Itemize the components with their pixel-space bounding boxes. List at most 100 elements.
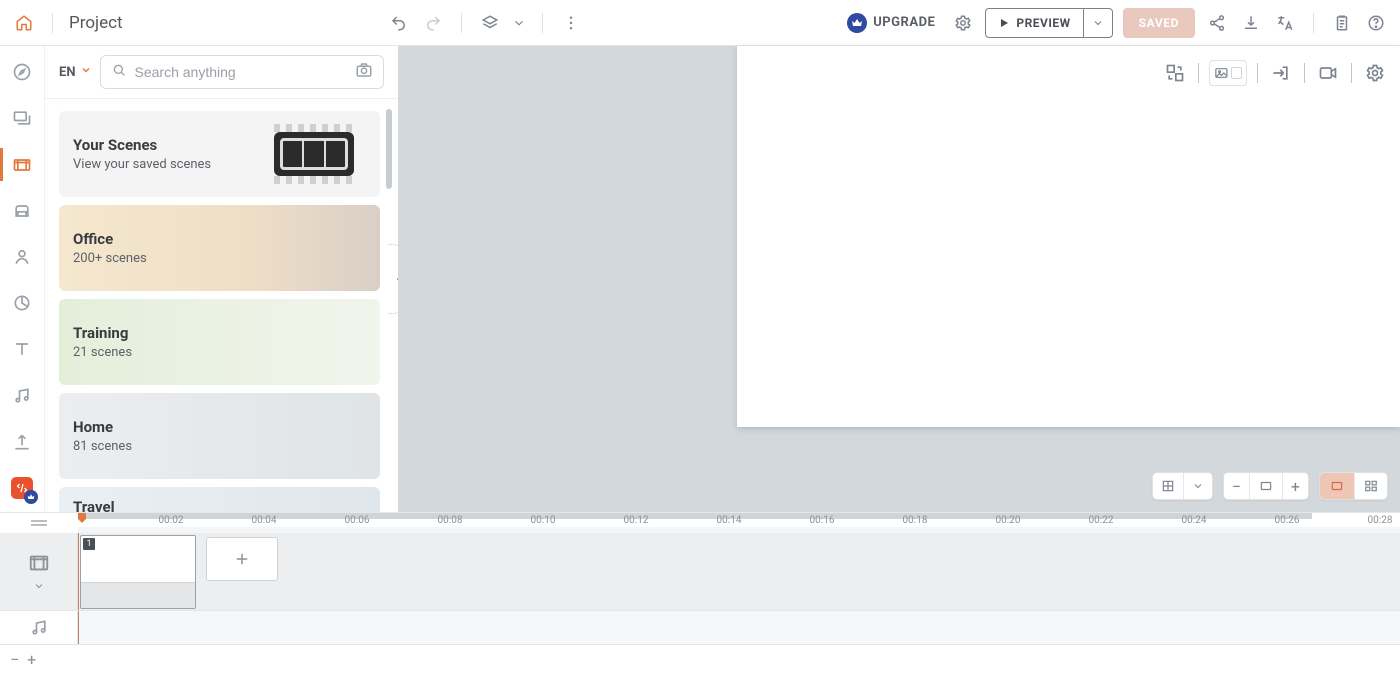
card-title: Home (73, 418, 366, 436)
timeline: 00:02 00:04 00:06 00:08 00:10 00:12 00:14 00:16… (0, 512, 1400, 673)
scene-track[interactable]: 1 (78, 533, 1400, 611)
home-icon[interactable] (12, 11, 36, 35)
divider (1313, 13, 1314, 33)
canvas-area[interactable]: − + (398, 46, 1400, 512)
upgrade-button[interactable]: UPGRADE (847, 13, 935, 33)
replace-background-icon[interactable] (1162, 60, 1188, 86)
enter-icon[interactable] (1268, 60, 1294, 86)
film-icon (254, 117, 374, 191)
clip-footer (81, 582, 195, 608)
grid-menu[interactable] (1152, 472, 1213, 500)
saved-button: SAVED (1123, 8, 1195, 38)
rail-characters[interactable] (0, 245, 44, 269)
grid-icon[interactable] (1153, 473, 1183, 499)
card-title: Office (73, 230, 366, 248)
ruler-tick: 00:04 (252, 515, 277, 526)
ruler-tick: 00:10 (531, 515, 556, 526)
card-office[interactable]: Office 200+ scenes (59, 205, 380, 291)
crown-icon (847, 13, 867, 33)
playhead[interactable] (78, 513, 86, 523)
timeline-zoom-in[interactable]: + (27, 650, 36, 669)
topbar: Project UPGRADE PREVIEW SAVED (0, 0, 1400, 46)
card-home[interactable]: Home 81 scenes (59, 393, 380, 479)
more-icon[interactable] (559, 11, 583, 35)
ruler-tick: 00:08 (438, 515, 463, 526)
ruler-tick: 00:02 (159, 515, 184, 526)
rail-text[interactable] (0, 337, 44, 361)
settings-icon[interactable] (951, 11, 975, 35)
card-title: Travel (73, 498, 366, 512)
undo-icon[interactable] (387, 11, 411, 35)
clipboard-icon[interactable] (1330, 11, 1354, 35)
ruler-tick: 00:24 (1182, 515, 1207, 526)
zoom-out-button[interactable]: − (1224, 473, 1249, 499)
project-title[interactable]: Project (69, 13, 123, 33)
ruler-tick: 00:16 (810, 515, 835, 526)
background-picker[interactable] (1209, 60, 1247, 86)
audio-track[interactable] (78, 611, 1400, 644)
playhead-line (78, 611, 79, 644)
rail-audio[interactable] (0, 383, 44, 407)
ruler-tick: 00:14 (717, 515, 742, 526)
camera-icon[interactable] (355, 61, 373, 83)
card-training[interactable]: Training 21 scenes (59, 299, 380, 385)
ruler-tick: 00:22 (1089, 515, 1114, 526)
rail-props[interactable] (0, 199, 44, 223)
timeline-zoom-out[interactable]: − (10, 650, 19, 669)
library-list[interactable]: Your Scenes View your saved scenes Offic… (45, 99, 398, 512)
crown-icon (24, 490, 38, 504)
redo-icon[interactable] (421, 11, 445, 35)
ruler-tick: 00:26 (1275, 515, 1300, 526)
video-icon[interactable] (1315, 60, 1341, 86)
divider (1257, 63, 1258, 83)
layers-icon[interactable] (478, 11, 502, 35)
share-icon[interactable] (1205, 11, 1229, 35)
fit-icon[interactable] (1249, 473, 1282, 499)
preview-button[interactable]: PREVIEW (985, 8, 1112, 38)
search-input[interactable] (135, 64, 348, 80)
rail-upload[interactable] (0, 430, 44, 454)
rail-explore[interactable] (0, 60, 44, 84)
download-icon[interactable] (1239, 11, 1263, 35)
divider (542, 13, 543, 33)
audio-track-header[interactable] (0, 611, 78, 644)
scrollbar[interactable] (386, 109, 392, 189)
divider (461, 13, 462, 33)
ruler-tick: 00:12 (624, 515, 649, 526)
clip-number: 1 (83, 538, 95, 550)
rail-scenes[interactable] (0, 152, 44, 176)
help-icon[interactable] (1364, 11, 1388, 35)
chevron-down-icon (80, 64, 92, 80)
card-travel[interactable]: Travel (59, 487, 380, 512)
zoom-controls: − + (1223, 472, 1309, 500)
ruler-tick: 00:20 (996, 515, 1021, 526)
rail-stock[interactable] (0, 476, 44, 500)
divider (1304, 63, 1305, 83)
card-subtitle: 81 scenes (73, 439, 366, 454)
card-your-scenes[interactable]: Your Scenes View your saved scenes (59, 111, 380, 197)
preview-label: PREVIEW (1016, 16, 1070, 30)
scene-track-header[interactable] (0, 533, 78, 611)
language-selector[interactable]: EN (59, 64, 92, 80)
zoom-in-button[interactable]: + (1282, 473, 1308, 499)
grid-view-button[interactable] (1354, 473, 1387, 499)
scene-settings-icon[interactable] (1362, 60, 1388, 86)
timeline-grip[interactable] (0, 513, 78, 533)
timeline-ruler[interactable]: 00:02 00:04 00:06 00:08 00:10 00:12 00:14 00:16… (78, 513, 1400, 533)
single-view-button[interactable] (1320, 473, 1354, 499)
rail-charts[interactable] (0, 291, 44, 315)
layers-chevron-icon[interactable] (512, 11, 526, 35)
ruler-tick: 00:06 (345, 515, 370, 526)
add-scene-button[interactable] (206, 537, 278, 581)
ruler-tick: 00:18 (903, 515, 928, 526)
canvas[interactable] (737, 46, 1400, 427)
card-title: Training (73, 324, 366, 342)
main: EN Your Scenes View your saved scenes Of… (0, 46, 1400, 512)
language-label: EN (59, 65, 76, 80)
preview-chevron-icon[interactable] (1083, 9, 1112, 37)
scene-clip[interactable]: 1 (80, 535, 196, 609)
translate-icon[interactable] (1273, 11, 1297, 35)
rail-templates[interactable] (0, 106, 44, 130)
rail (0, 46, 44, 512)
chevron-down-icon[interactable] (1183, 473, 1212, 499)
